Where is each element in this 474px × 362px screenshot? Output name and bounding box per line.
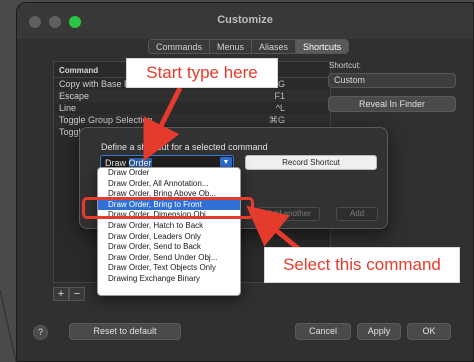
tab-menus[interactable]: Menus xyxy=(210,40,253,53)
command-header-label: Command xyxy=(59,66,99,75)
list-item[interactable]: Drawing Exchange Binary xyxy=(98,274,240,285)
add-command-button[interactable]: + xyxy=(53,287,69,301)
list-item[interactable]: Draw Order, Leaders Only xyxy=(98,232,240,243)
record-shortcut-button[interactable]: Record Shortcut xyxy=(245,155,377,170)
add-button[interactable]: Add xyxy=(336,207,378,221)
remove-command-button[interactable]: − xyxy=(69,287,85,301)
command-name: Line xyxy=(59,103,77,113)
reset-to-default-button[interactable]: Reset to default xyxy=(69,323,181,340)
tab-commands[interactable]: Commands xyxy=(149,40,211,53)
ok-button[interactable]: OK xyxy=(407,323,451,340)
table-edit-buttons: + − xyxy=(53,287,85,301)
tab-shortcuts[interactable]: Shortcuts xyxy=(296,40,349,53)
apply-button[interactable]: Apply xyxy=(357,323,401,340)
selected-command-highlight xyxy=(82,197,254,219)
select-command-callout: Select this command xyxy=(264,247,460,283)
tab-aliases[interactable]: Aliases xyxy=(252,40,297,53)
start-type-callout: Start type here xyxy=(126,58,278,88)
command-name: Escape xyxy=(59,91,90,101)
tab-bar: Commands Menus Aliases Shortcuts xyxy=(148,39,350,54)
list-item[interactable]: Draw Order xyxy=(98,168,240,179)
help-icon[interactable]: ? xyxy=(33,325,48,340)
command-shortcut: F1 xyxy=(274,91,285,101)
command-autocomplete-list[interactable]: Draw Order Draw Order, All Annotation...… xyxy=(97,167,241,296)
window-title: Customize xyxy=(217,14,273,26)
command-shortcut: ^L xyxy=(275,103,285,113)
reveal-in-finder-button[interactable]: Reveal In Finder xyxy=(328,96,456,112)
table-row[interactable]: Escape F1 xyxy=(54,90,330,102)
cancel-button[interactable]: Cancel xyxy=(295,323,351,340)
table-row[interactable]: Line ^L xyxy=(54,102,330,114)
title-bar: Customize xyxy=(17,3,473,39)
footer-bar: ? Reset to default Cancel Apply OK xyxy=(17,323,473,343)
list-item[interactable]: Draw Order, Hatch to Back xyxy=(98,221,240,232)
command-name: Toggle Group Selection xyxy=(59,115,153,125)
list-item[interactable]: Draw Order, All Annotation... xyxy=(98,179,240,190)
shortcut-set-select[interactable]: Custom xyxy=(328,73,456,88)
list-item[interactable]: Draw Order, Send Under Obj... xyxy=(98,253,240,264)
list-item[interactable]: Draw Order, Text Objects Only xyxy=(98,263,240,274)
list-item[interactable]: Draw Order, Send to Back xyxy=(98,242,240,253)
table-row[interactable]: Toggle Group Selection ⌘G xyxy=(54,114,330,126)
shortcut-set-label: Shortcut: xyxy=(329,61,362,70)
add-another-button[interactable]: Add another xyxy=(258,207,320,221)
command-shortcut: ⌘G xyxy=(268,115,285,125)
define-shortcut-label: Define a shortcut for a selected command xyxy=(101,142,268,152)
